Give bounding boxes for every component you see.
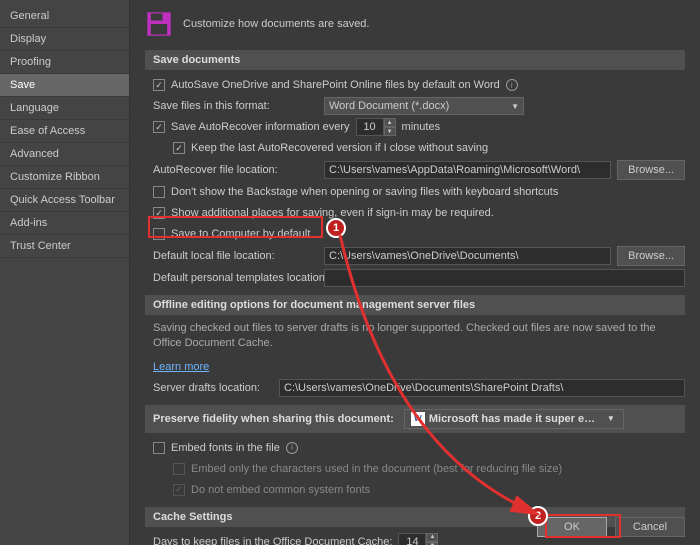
sidebar-item-display[interactable]: Display bbox=[0, 28, 129, 51]
sidebar-item-proofing[interactable]: Proofing bbox=[0, 51, 129, 74]
save-icon bbox=[145, 10, 173, 38]
keeplast-checkbox[interactable] bbox=[173, 142, 185, 154]
default-local-label: Default local file location: bbox=[153, 250, 318, 262]
main-panel: Customize how documents are saved. Save … bbox=[130, 0, 700, 545]
cache-days-label: Days to keep files in the Office Documen… bbox=[153, 536, 392, 545]
autosave-checkbox[interactable] bbox=[153, 79, 165, 91]
drafts-input[interactable] bbox=[279, 379, 685, 397]
embed-chars-checkbox bbox=[173, 463, 185, 475]
format-select[interactable]: Word Document (*.docx)▼ bbox=[324, 97, 524, 115]
templates-input[interactable] bbox=[324, 269, 685, 287]
no-common-label: Do not embed common system fonts bbox=[191, 484, 370, 496]
header-title: Customize how documents are saved. bbox=[183, 18, 369, 30]
autorecover-label: Save AutoRecover information every bbox=[171, 121, 350, 133]
info-icon-2[interactable]: i bbox=[286, 442, 298, 454]
ok-button[interactable]: OK bbox=[537, 517, 607, 537]
preserve-doc-select[interactable]: W Microsoft has made it super easy to s.… bbox=[404, 409, 624, 429]
sidebar-item-qat[interactable]: Quick Access Toolbar bbox=[0, 189, 129, 212]
options-sidebar: General Display Proofing Save Language E… bbox=[0, 0, 130, 545]
autorecover-spinner[interactable]: ▲▼ bbox=[356, 118, 396, 136]
backstage-checkbox[interactable] bbox=[153, 186, 165, 198]
section-save-documents: Save documents bbox=[145, 50, 685, 70]
cancel-button[interactable]: Cancel bbox=[615, 517, 685, 537]
no-common-checkbox bbox=[173, 484, 185, 496]
sidebar-item-customize-ribbon[interactable]: Customize Ribbon bbox=[0, 166, 129, 189]
dialog-footer: OK Cancel bbox=[537, 517, 685, 537]
learn-more-link[interactable]: Learn more bbox=[153, 361, 209, 373]
save-computer-checkbox[interactable] bbox=[153, 228, 165, 240]
additional-checkbox[interactable] bbox=[153, 207, 165, 219]
sidebar-item-advanced[interactable]: Advanced bbox=[0, 143, 129, 166]
offline-desc: Saving checked out files to server draft… bbox=[153, 321, 677, 352]
browse-button-2[interactable]: Browse... bbox=[617, 246, 685, 266]
section-offline: Offline editing options for document man… bbox=[145, 295, 685, 315]
embed-fonts-label: Embed fonts in the file bbox=[171, 442, 280, 454]
sidebar-item-addins[interactable]: Add-ins bbox=[0, 212, 129, 235]
embed-fonts-checkbox[interactable] bbox=[153, 442, 165, 454]
autorecover-value[interactable] bbox=[356, 118, 384, 136]
autorecover-loc-label: AutoRecover file location: bbox=[153, 164, 318, 176]
sidebar-item-save[interactable]: Save bbox=[0, 74, 129, 97]
autorecover-loc-input[interactable] bbox=[324, 161, 611, 179]
cache-days-spinner[interactable]: ▲▼ bbox=[398, 533, 438, 545]
default-local-input[interactable] bbox=[324, 247, 611, 265]
autorecover-unit: minutes bbox=[402, 121, 441, 133]
autorecover-checkbox[interactable] bbox=[153, 121, 165, 133]
format-label: Save files in this format: bbox=[153, 100, 318, 112]
sidebar-item-ease[interactable]: Ease of Access bbox=[0, 120, 129, 143]
section-preserve: Preserve fidelity when sharing this docu… bbox=[145, 405, 685, 433]
info-icon[interactable]: i bbox=[506, 79, 518, 91]
autosave-label: AutoSave OneDrive and SharePoint Online … bbox=[171, 79, 500, 91]
word-doc-icon: W bbox=[411, 412, 425, 426]
cache-days-value[interactable] bbox=[398, 533, 426, 545]
drafts-label: Server drafts location: bbox=[153, 382, 273, 394]
embed-chars-label: Embed only the characters used in the do… bbox=[191, 463, 562, 475]
keeplast-label: Keep the last AutoRecovered version if I… bbox=[191, 142, 488, 154]
backstage-label: Don't show the Backstage when opening or… bbox=[171, 186, 558, 198]
save-computer-label: Save to Computer by default bbox=[171, 228, 310, 240]
browse-button-1[interactable]: Browse... bbox=[617, 160, 685, 180]
additional-label: Show additional places for saving, even … bbox=[171, 207, 494, 219]
sidebar-item-general[interactable]: General bbox=[0, 5, 129, 28]
sidebar-item-trust[interactable]: Trust Center bbox=[0, 235, 129, 258]
templates-label: Default personal templates location: bbox=[153, 272, 318, 284]
sidebar-item-language[interactable]: Language bbox=[0, 97, 129, 120]
